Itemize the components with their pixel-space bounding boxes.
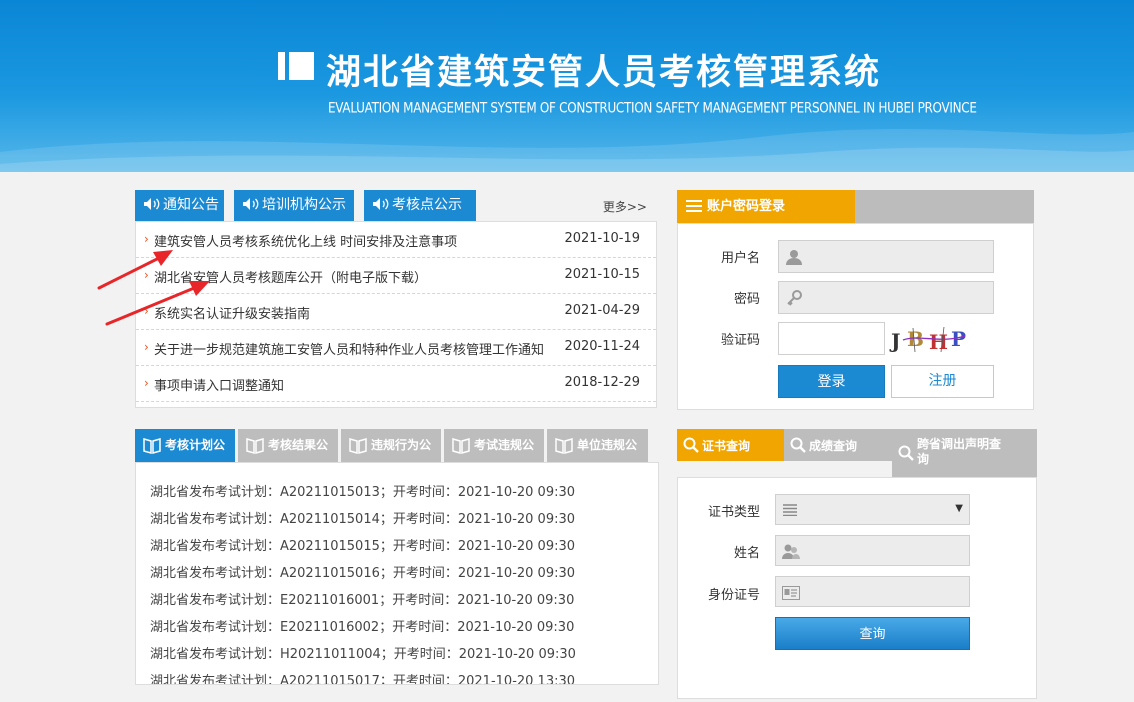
key-icon: [787, 290, 802, 306]
username-field[interactable]: [778, 240, 994, 273]
header-wave-decoration: [0, 128, 1134, 172]
tab-account-login[interactable]: 账户密码登录: [677, 190, 855, 223]
tab-exam-sites-label: 考核点公示: [392, 197, 462, 213]
tab-exam-plan[interactable]: 考核计划公: [135, 429, 235, 462]
tab-exam-violations-label: 考试违规公: [474, 438, 535, 452]
tab-violations[interactable]: 违规行为公: [341, 429, 441, 462]
tab-cross-province-query[interactable]: 跨省调出声明查询: [892, 429, 1037, 477]
search-icon: [790, 437, 806, 453]
notice-date: 2021-10-19: [564, 231, 640, 246]
query-button[interactable]: 查询: [775, 617, 970, 650]
id-number-field[interactable]: [775, 576, 970, 607]
plan-item[interactable]: 湖北省发布考试计划：E20211016002；开考时间：2021-10-20 0…: [150, 616, 574, 635]
user-icon: [786, 250, 802, 265]
tab-notice[interactable]: 通知公告: [135, 190, 224, 221]
login-form: 用户名 密码 验证码 J B H P 登录 注册: [677, 223, 1034, 410]
plan-item[interactable]: 湖北省发布考试计划：A20211015017；开考时间：2021-10-20 1…: [150, 670, 575, 684]
site-title: 湖北省建筑安管人员考核管理系统: [326, 53, 882, 93]
plan-item[interactable]: 湖北省发布考试计划：E20211016001；开考时间：2021-10-20 0…: [150, 589, 574, 608]
tab-exam-results-label: 考核结果公: [268, 438, 329, 452]
captcha-label: 验证码: [720, 333, 760, 348]
search-icon: [898, 445, 914, 461]
tab-exam-plan-label: 考核计划公: [165, 438, 226, 452]
notice-date: 2018-12-29: [564, 375, 640, 390]
site-subtitle: EVALUATION MANAGEMENT SYSTEM OF CONSTRUC…: [328, 100, 977, 117]
login-tabbar: 账户密码登录: [677, 190, 1034, 223]
plan-panel: 考核计划公 考核结果公 违规行为公 考试违规公 单位违规公 湖北省发布考试计划：…: [135, 429, 659, 685]
tab-unit-violations-label: 单位违规公: [577, 438, 638, 452]
site-header: 湖北省建筑安管人员考核管理系统 EVALUATION MANAGEMENT SY…: [0, 0, 1134, 172]
plan-item[interactable]: 湖北省发布考试计划：A20211015016；开考时间：2021-10-20 0…: [150, 562, 575, 581]
cert-type-label: 证书类型: [707, 505, 760, 520]
tab-cert-query[interactable]: 证书查询: [677, 429, 784, 461]
notice-date: 2020-11-24: [564, 339, 640, 354]
notice-tabs: 通知公告 培训机构公示 考核点公示 更多>>: [135, 190, 657, 221]
notice-title[interactable]: 事项申请入口调整通知: [154, 375, 284, 394]
tab-cert-query-label: 证书查询: [702, 439, 751, 453]
tab-training-label: 培训机构公示: [262, 197, 346, 213]
menu-icon: [686, 200, 702, 213]
notice-date: 2021-10-15: [564, 267, 640, 282]
chevron-down-icon: ▼: [955, 503, 963, 514]
tab-violations-label: 违规行为公: [371, 438, 432, 452]
chevron-right-icon: ›: [144, 340, 149, 354]
notice-item[interactable]: › 事项申请入口调整通知 2018-12-29: [136, 366, 656, 402]
tab-training-institutions[interactable]: 培训机构公示: [234, 190, 354, 221]
captcha-input[interactable]: [778, 322, 885, 355]
login-button[interactable]: 登录: [778, 365, 885, 398]
captcha-image[interactable]: J B H P: [889, 322, 969, 355]
speaker-icon: [243, 198, 259, 210]
speaker-icon: [144, 198, 160, 210]
tab-exam-results[interactable]: 考核结果公: [238, 429, 338, 462]
plan-item[interactable]: 湖北省发布考试计划：A20211015015；开考时间：2021-10-20 0…: [150, 535, 575, 554]
plan-item[interactable]: 湖北省发布考试计划：H20211011004；开考时间：2021-10-20 0…: [150, 643, 576, 662]
id-card-icon: [782, 586, 800, 600]
username-label: 用户名: [720, 251, 760, 266]
book-icon: [555, 438, 573, 454]
tab-score-query-label: 成绩查询: [809, 439, 858, 453]
users-icon: [782, 544, 800, 559]
password-field[interactable]: [778, 281, 994, 314]
book-icon: [143, 438, 161, 454]
list-icon: [783, 504, 797, 516]
name-field[interactable]: [775, 535, 970, 566]
chevron-right-icon: ›: [144, 376, 149, 390]
cert-type-select[interactable]: ▼: [775, 494, 970, 525]
notice-title[interactable]: 关于进一步规范建筑施工安管人员和特种作业人员考核管理工作通知: [154, 339, 544, 358]
notice-item[interactable]: › 关于进一步规范建筑施工安管人员和特种作业人员考核管理工作通知 2020-11…: [136, 330, 656, 366]
login-panel: 账户密码登录 用户名 密码 验证码 J B H P 登录 注册: [677, 190, 1034, 410]
cert-query-panel: 证书查询 成绩查询 跨省调出声明查询 证书类型 ▼ 姓名 身份证号 查询: [677, 429, 1037, 699]
id-number-label: 身份证号: [707, 588, 760, 603]
exam-plan-list: 湖北省发布考试计划：A20211015013；开考时间：2021-10-20 0…: [135, 462, 659, 685]
login-tab-label: 账户密码登录: [707, 199, 786, 214]
name-label: 姓名: [733, 546, 760, 561]
svg-text:J: J: [889, 329, 900, 353]
tab-score-query[interactable]: 成绩查询: [784, 429, 892, 461]
search-icon: [683, 437, 699, 453]
password-label: 密码: [733, 292, 760, 307]
annotation-arrows: [97, 250, 210, 326]
notice-date: 2021-04-29: [564, 303, 640, 318]
book-icon: [246, 438, 264, 454]
tab-unit-violations[interactable]: 单位违规公: [547, 429, 648, 462]
plan-item[interactable]: 湖北省发布考试计划：A20211015013；开考时间：2021-10-20 0…: [150, 481, 575, 500]
tab-notice-label: 通知公告: [163, 197, 219, 213]
tab-cross-province-label: 跨省调出声明查询: [917, 437, 1002, 466]
tab-exam-sites[interactable]: 考核点公示: [364, 190, 476, 221]
red-arrow-icon: [105, 281, 210, 326]
speaker-icon: [373, 198, 389, 210]
site-logo-icon: [278, 52, 314, 80]
svg-text:H: H: [929, 330, 948, 354]
register-button[interactable]: 注册: [891, 365, 994, 398]
book-icon: [452, 438, 470, 454]
tab-exam-violations[interactable]: 考试违规公: [444, 429, 544, 462]
book-icon: [349, 438, 367, 454]
cert-query-form: 证书类型 ▼ 姓名 身份证号 查询: [677, 477, 1037, 699]
plan-item[interactable]: 湖北省发布考试计划：A20211015014；开考时间：2021-10-20 0…: [150, 508, 575, 527]
red-arrow-icon: [97, 250, 173, 290]
more-link[interactable]: 更多>>: [603, 198, 647, 215]
